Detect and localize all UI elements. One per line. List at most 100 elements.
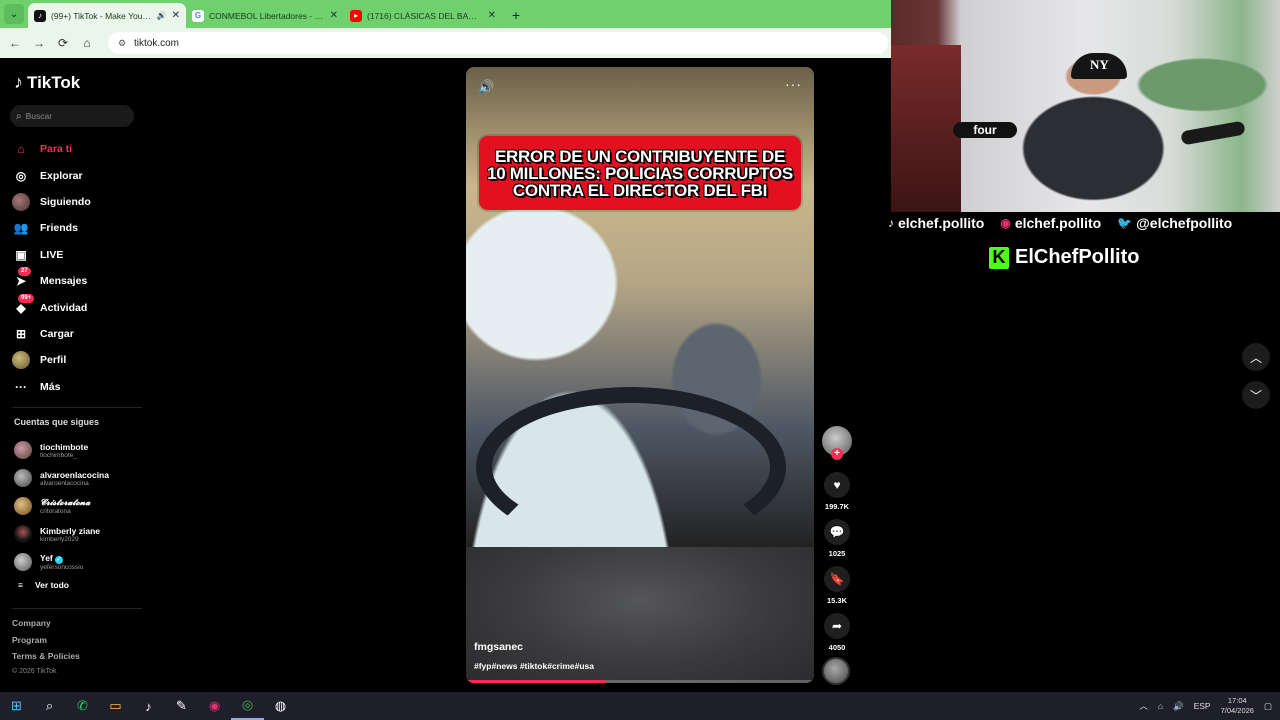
obs-icon[interactable]: ◍ xyxy=(264,692,297,720)
browser-tab-bar: ⌄ ♪ (99+) TikTok - Make Your Da 🔊 ✕ G CO… xyxy=(0,0,891,28)
video-hashtags[interactable]: #fyp#news #tiktok#crime#usa xyxy=(474,661,594,671)
windows-start-icon[interactable]: ⊞ xyxy=(0,692,33,720)
following-handle: yefersoncossio xyxy=(40,564,84,571)
nav-friends[interactable]: 👥 Friends xyxy=(12,215,142,241)
nav-cargar[interactable]: ⊞ Cargar xyxy=(12,321,142,347)
file-explorer-icon[interactable]: ▭ xyxy=(99,692,132,720)
nav-explorar[interactable]: ◎ Explorar xyxy=(12,162,142,188)
forward-button[interactable]: → xyxy=(30,34,48,52)
like-action[interactable]: ♥ 199.7K xyxy=(822,472,852,511)
avatar xyxy=(14,497,32,515)
nav-label: Actividad xyxy=(40,301,88,314)
following-item[interactable]: Yef ✓ yefersoncossio xyxy=(14,548,144,576)
speaker-icon[interactable]: 🔊 xyxy=(157,11,167,20)
video-headline: ERROR DE UN CONTRIBUYENTE DE 10 MILLONES… xyxy=(487,146,793,200)
previous-video-button[interactable]: ︿ xyxy=(1242,343,1270,371)
four-sign: four xyxy=(953,122,1017,138)
verified-icon: ✓ xyxy=(54,556,63,564)
pen-app-icon[interactable]: ✎ xyxy=(165,692,198,720)
follow-plus-icon[interactable]: + xyxy=(831,448,843,460)
close-tab-icon[interactable]: ✕ xyxy=(488,10,496,21)
search-icon[interactable]: ⌕ xyxy=(33,692,66,720)
following-item[interactable]: tiochimbote tiochimbote_ xyxy=(14,436,144,464)
creator-avatar[interactable]: + xyxy=(822,426,852,460)
tiktok-logo-icon: ♪ xyxy=(14,72,23,92)
twitter-icon: 🐦 xyxy=(1117,216,1133,230)
nav-perfil[interactable]: Perfil xyxy=(12,347,142,373)
nav-label: Friends xyxy=(40,222,78,235)
following-name: alvaroenlacocina xyxy=(40,469,109,480)
reload-button[interactable]: ⟳ xyxy=(54,34,72,52)
live-icon: ▣ xyxy=(15,247,27,262)
nav-siguiendo[interactable]: Siguiendo xyxy=(12,189,142,215)
system-tray: ︿ ⌂ 🔊 ESP 17:04 7/04/2026 ▢ xyxy=(1139,692,1272,720)
kick-logo-icon: K xyxy=(989,246,1009,269)
comment-icon[interactable]: 💬 xyxy=(824,519,850,545)
search-input[interactable] xyxy=(25,111,126,121)
nav-mas[interactable]: ··· Más xyxy=(12,374,142,400)
friends-icon: 👥 xyxy=(13,221,29,236)
address-bar[interactable]: ⚙ tiktok.com xyxy=(108,32,888,54)
more-options-icon[interactable]: ··· xyxy=(785,76,802,92)
tab-tiktok[interactable]: ♪ (99+) TikTok - Make Your Da 🔊 ✕ xyxy=(28,3,186,28)
network-icon[interactable]: ⌂ xyxy=(1158,701,1163,711)
tab-conmebol[interactable]: G CONMEBOL Libertadores - Bus ✕ xyxy=(186,3,344,28)
music-disc-icon[interactable] xyxy=(822,657,850,685)
close-tab-icon[interactable]: ✕ xyxy=(172,10,180,21)
save-action[interactable]: 🔖 15.3K xyxy=(822,566,852,605)
home-button[interactable]: ⌂ xyxy=(78,34,96,52)
nav-live[interactable]: ▣ LIVE xyxy=(12,242,142,268)
following-name: Kimberly ziane xyxy=(40,525,100,536)
heart-icon[interactable]: ♥ xyxy=(824,472,850,498)
more-icon: ··· xyxy=(15,379,27,394)
tiktok-app-icon[interactable]: ♪ xyxy=(132,692,165,720)
nav-mensajes[interactable]: ➤ 27 Mensajes xyxy=(12,267,142,294)
save-count: 15.3K xyxy=(826,596,847,605)
site-info-icon[interactable]: ⚙ xyxy=(116,37,128,49)
tab-search-button[interactable]: ⌄ xyxy=(4,4,24,24)
following-handle: alvaroenlacocina xyxy=(40,479,89,487)
video-headline-banner: ERROR DE UN CONTRIBUYENTE DE 10 MILLONES… xyxy=(479,136,801,210)
sidebar-divider xyxy=(12,608,142,609)
close-tab-icon[interactable]: ✕ xyxy=(330,10,338,21)
video-player[interactable]: ERROR DE UN CONTRIBUYENTE DE 10 MILLONES… xyxy=(466,67,814,683)
tab-label: CONMEBOL Libertadores - Bus xyxy=(209,10,325,21)
volume-icon[interactable]: 🔊 xyxy=(478,79,494,95)
footer-program-link[interactable]: Program xyxy=(12,635,80,652)
back-button[interactable]: ← xyxy=(6,34,24,52)
video-author[interactable]: fmgsanec xyxy=(474,641,523,653)
tiktok-favicon-icon: ♪ xyxy=(34,9,46,22)
following-item[interactable]: Kimberly ziane kimberly2029 xyxy=(14,520,144,548)
bookmark-icon[interactable]: 🔖 xyxy=(824,566,850,592)
following-list: tiochimbote tiochimbote_ alvaroenlacocina… xyxy=(14,436,144,576)
see-all-link[interactable]: ≡ Ver todo xyxy=(18,580,69,590)
tab-youtube[interactable]: ▸ (1716) CLÁSICAS DEL BARRIO ✕ xyxy=(344,3,502,28)
list-icon: ≡ xyxy=(18,580,23,590)
whatsapp-icon[interactable]: ✆ xyxy=(66,692,99,720)
next-video-button[interactable]: ﹀ xyxy=(1242,381,1270,409)
language-indicator[interactable]: ESP xyxy=(1194,701,1211,711)
steering-wheel-graphic xyxy=(476,387,786,547)
tiktok-logo[interactable]: ♪ TikTok xyxy=(14,72,80,93)
share-action[interactable]: ➦ 4050 xyxy=(822,613,852,652)
footer-company-link[interactable]: Company xyxy=(12,618,80,635)
footer-terms-link[interactable]: Terms & Policies xyxy=(12,651,80,668)
following-item[interactable]: 𝓒𝓻𝓲𝓼𝓽𝓸𝓻𝓪𝓽𝓸𝓷𝓪 critoratona xyxy=(14,492,144,520)
nav-para-ti[interactable]: ⌂ Para ti xyxy=(12,136,142,162)
chrome-icon[interactable]: ◎ xyxy=(231,692,264,720)
following-item[interactable]: alvaroenlacocina alvaroenlacocina xyxy=(14,464,144,492)
instagram-app-icon[interactable]: ◉ xyxy=(198,692,231,720)
tray-chevron-icon[interactable]: ︿ xyxy=(1139,700,1148,712)
search-box[interactable]: ⌕ xyxy=(10,105,134,127)
google-favicon-icon: G xyxy=(192,9,204,22)
nav-actividad[interactable]: ◆ 99+ Actividad xyxy=(12,293,142,320)
clock[interactable]: 17:04 7/04/2026 xyxy=(1221,696,1254,716)
comment-action[interactable]: 💬 1025 xyxy=(822,519,852,558)
compass-icon: ◎ xyxy=(15,168,27,183)
share-icon[interactable]: ➦ xyxy=(824,613,850,639)
video-progress-bar[interactable] xyxy=(466,680,814,683)
volume-icon[interactable]: 🔊 xyxy=(1173,701,1184,712)
new-tab-button[interactable]: + xyxy=(506,5,526,25)
messages-badge: 27 xyxy=(18,267,31,277)
notifications-icon[interactable]: ▢ xyxy=(1264,701,1272,712)
